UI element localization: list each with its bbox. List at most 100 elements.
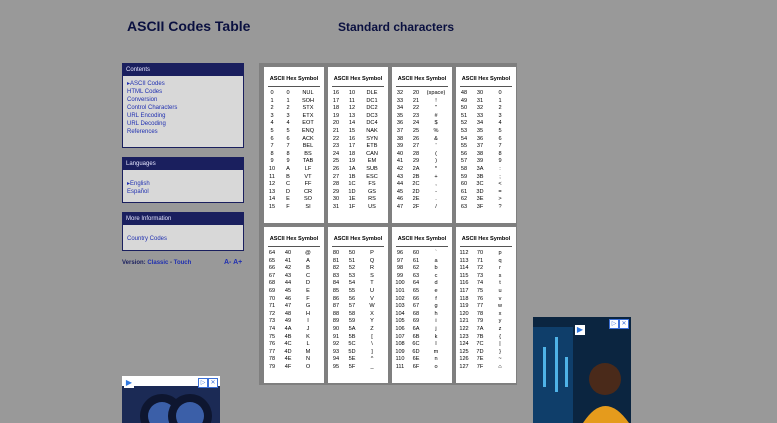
symbol-value: q [498, 257, 502, 264]
table-row: 23 17 ETB [328, 143, 388, 151]
nav-link-url-decoding[interactable]: URL Decoding [127, 120, 239, 128]
symbol-value: m [433, 348, 439, 355]
symbol-value: < [498, 181, 502, 188]
ascii-panel: ASCII Hex Symbol 0 0 NUL 1 1 SOH 2 2 STX 3 3 ETX 4 4 EO… [264, 67, 324, 223]
nav-link-control-characters[interactable]: Control Characters [127, 104, 239, 112]
languages-heading: Languages [123, 158, 243, 170]
hex-value: 24 [412, 120, 420, 127]
symbol-value: (space) [426, 90, 446, 96]
symbol-value: CAN [366, 150, 378, 157]
table-row: 74 4A J [264, 326, 324, 334]
hex-value: 23 [412, 112, 420, 119]
font-larger-button[interactable]: A+ [233, 259, 242, 266]
hex-value: 3F [476, 203, 484, 210]
symbol-value: NUL [302, 90, 314, 96]
ascii-value: 35 [396, 112, 404, 119]
ascii-value: 122 [459, 325, 469, 332]
table-row: 38 26 & [392, 136, 452, 144]
hex-value: 3D [476, 188, 484, 195]
ascii-value: 124 [459, 341, 469, 348]
table-row: 97 61 a [392, 258, 452, 266]
column-header-hex: Hex [478, 76, 489, 82]
symbol-value: SOH [301, 97, 315, 104]
ascii-value: 93 [332, 348, 340, 355]
version-touch-link[interactable]: Touch [174, 260, 192, 266]
ad-banner-right[interactable]: ▶ ▷ ✕ [533, 317, 631, 423]
hex-value: 50 [348, 250, 356, 256]
nav-link-ascii-codes[interactable]: ASCII Codes [127, 80, 239, 88]
ascii-value: 12 [268, 181, 276, 188]
ascii-value: 73 [268, 318, 276, 325]
symbol-value: ? [498, 203, 502, 210]
table-row: 61 3D = [456, 189, 516, 197]
symbol-value: I [307, 318, 309, 325]
table-row: 55 37 7 [456, 143, 516, 151]
ascii-panel: ASCII Hex Symbol 64 40 @65 41 A 66 42 B 67 43 C 68 44… [264, 227, 324, 383]
symbol-value: r [499, 265, 501, 272]
close-icon[interactable]: ✕ [208, 378, 218, 388]
nav-link-conversion[interactable]: Conversion [127, 96, 239, 104]
symbol-value: DC1 [366, 97, 378, 104]
version-label: Version: [122, 260, 146, 266]
table-row: 44 2C, [392, 181, 452, 189]
table-row: 60 3C < [456, 181, 516, 189]
symbol-value: d [434, 280, 438, 287]
hex-value: 60 [412, 250, 420, 256]
table-row: 89 59 Y [328, 318, 388, 326]
nav-link-references[interactable]: References [127, 128, 239, 136]
language-link-espanol[interactable]: Español [127, 188, 239, 196]
link-country-codes[interactable]: Country Codes [127, 235, 239, 243]
play-icon: ▶ [575, 325, 585, 335]
symbol-value: SO [303, 196, 313, 203]
font-smaller-button[interactable]: A- [224, 259, 231, 266]
ascii-value: 6 [270, 135, 274, 142]
ascii-value: 127 [459, 363, 469, 370]
symbol-value: i [435, 318, 437, 325]
hex-value: 38 [476, 150, 484, 157]
symbol-value: H [305, 310, 311, 317]
language-link-english[interactable]: English [127, 180, 239, 188]
symbol-value: S [370, 272, 374, 279]
table-row: 20 14 DC4 [328, 120, 388, 128]
symbol-value: T [370, 280, 374, 287]
ascii-value: 36 [396, 120, 404, 127]
ascii-value: 0 [270, 90, 274, 96]
table-row: 48 30 0 [456, 90, 516, 98]
hex-value: 4C [284, 341, 292, 348]
table-row: 113 71 q [456, 258, 516, 266]
hex-value: 4F [284, 363, 292, 370]
symbol-value: 1 [498, 97, 502, 104]
table-row: 105 69 i [392, 318, 452, 326]
table-row: 123 7B { [456, 334, 516, 342]
symbol-value: ' [435, 143, 437, 150]
ad-banner-left[interactable]: ▶ ▷ ✕ [122, 376, 220, 423]
symbol-value: | [499, 341, 501, 348]
ascii-value: 19 [332, 112, 340, 119]
symbol-value: 5 [498, 127, 502, 134]
info-icon[interactable]: ▷ [198, 378, 208, 388]
ascii-value: 50 [460, 105, 468, 112]
hex-value: 69 [412, 318, 420, 325]
ascii-value: 86 [332, 295, 340, 302]
hex-value: 28 [412, 150, 420, 157]
ascii-value: 65 [268, 257, 276, 264]
table-row: 57 39 9 [456, 158, 516, 166]
ascii-value: 125 [459, 348, 469, 355]
hex-value: E [286, 196, 290, 203]
hex-value: 2A [412, 165, 420, 172]
info-icon[interactable]: ▷ [609, 319, 619, 329]
symbol-value: ( [435, 150, 437, 157]
table-row: 19 13 DC3 [328, 113, 388, 121]
column-header-symbol: Symbol [490, 76, 511, 82]
table-row: 0 0 NUL [264, 90, 324, 98]
version-classic-link[interactable]: Classic [147, 260, 168, 266]
ascii-value: 38 [396, 135, 404, 142]
close-icon[interactable]: ✕ [619, 319, 629, 329]
table-row: 81 51 Q [328, 258, 388, 266]
nav-link-html-codes[interactable]: HTML Codes [127, 88, 239, 96]
hex-value: 47 [284, 303, 292, 310]
column-header-ascii: ASCII [397, 236, 413, 242]
symbol-value: FS [368, 181, 376, 188]
table-row: 125 7D} [456, 349, 516, 357]
nav-link-url-encoding[interactable]: URL Encoding [127, 112, 239, 120]
